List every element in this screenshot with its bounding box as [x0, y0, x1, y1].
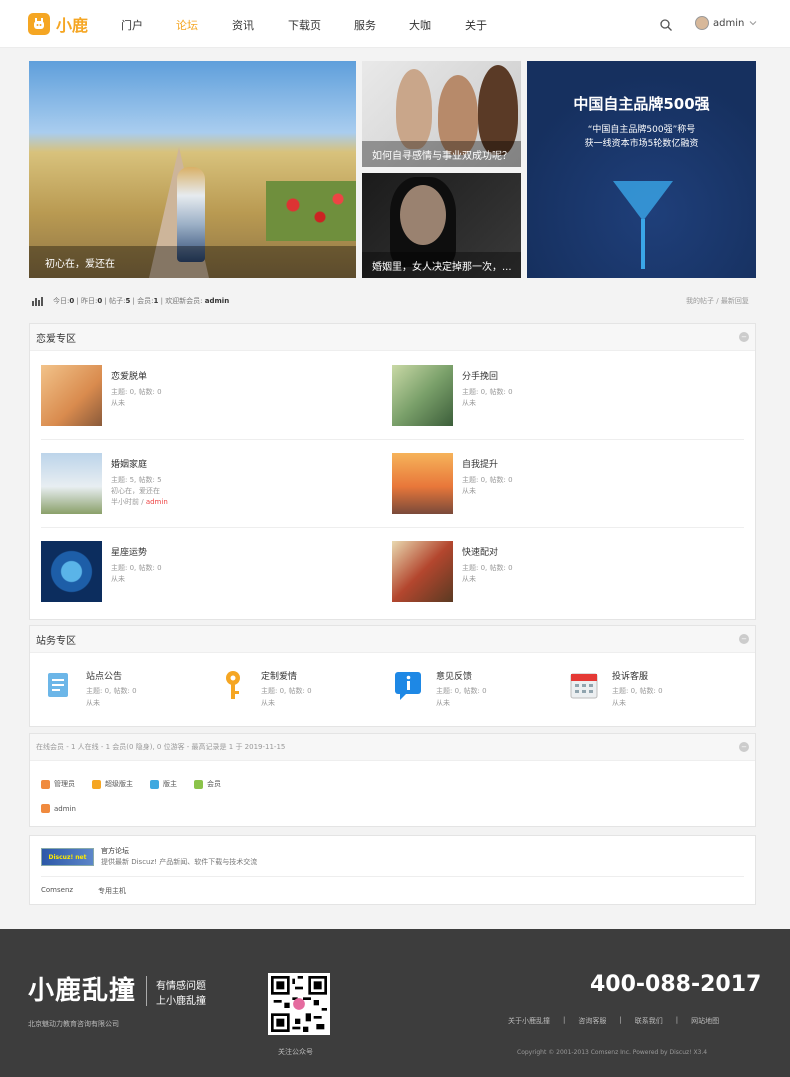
forum-thumb [41, 453, 102, 514]
user-icon [41, 804, 50, 813]
legend-super-mod: 超级版主 [92, 779, 133, 789]
forum-item[interactable]: 恋爱脱单 主题: 0, 帖数: 0 从未 [41, 365, 341, 427]
footer-link-service[interactable]: 咨询客服 [578, 1016, 606, 1026]
discuz-logo[interactable]: Discuz! net [41, 848, 94, 866]
nav-forum[interactable]: 论坛 [176, 17, 198, 33]
banner-brand[interactable]: 中国自主品牌500强 “中国自主品牌500强”称号 获一线资本市场5轮数亿融资 [527, 61, 756, 278]
deer-logo-icon [28, 13, 50, 35]
qr-label: 关注公众号 [278, 1048, 313, 1056]
qr-code-icon [271, 976, 327, 1032]
banner-marriage-caption: 婚姻里，女人决定掉那一次，... [362, 252, 521, 278]
search-icon[interactable] [659, 17, 673, 31]
nav-service[interactable]: 服务 [354, 17, 376, 33]
site-section-title: 站务专区 [36, 635, 76, 647]
banner-main-caption: 初心在，爱还在 [29, 246, 356, 278]
forum-item[interactable]: 投诉客服 主题: 0, 帖数: 0 从未 [568, 669, 738, 713]
forum-thumb [392, 541, 453, 602]
forum-thumb [392, 365, 453, 426]
forum-item[interactable]: 自我提升 主题: 0, 帖数: 0 从未 [392, 453, 692, 515]
user-icon [150, 779, 159, 789]
collapse-icon[interactable]: − [739, 634, 749, 644]
footer-links: 关于小鹿乱撞 | 咨询客服 | 联系我们 | 网站地图 [508, 1016, 720, 1026]
stats-links: 我的帖子 / 最新回复 [686, 297, 749, 305]
nav-news[interactable]: 资讯 [232, 17, 254, 33]
nav-experts[interactable]: 大咖 [409, 17, 431, 33]
legend-mod: 版主 [150, 779, 177, 789]
love-section-title: 恋爱专区 [36, 333, 76, 345]
qr-code [268, 973, 330, 1035]
banner-marriage[interactable]: 婚姻里，女人决定掉那一次，... [362, 173, 521, 278]
banner-brand-sub2: 获一线资本市场5轮数亿融资 [584, 139, 699, 149]
forum-item[interactable]: 快速配对 主题: 0, 帖数: 0 从未 [392, 541, 692, 603]
scroll-icon [48, 673, 68, 697]
user-icon [92, 779, 101, 789]
banner-business-caption: 如何自寻感情与事业双成功呢？ [362, 141, 521, 167]
banner-business[interactable]: 如何自寻感情与事业双成功呢？ [362, 61, 521, 167]
legend-member: 会员 [194, 779, 221, 789]
user-icon [41, 779, 50, 789]
forum-item[interactable]: 分手挽回 主题: 0, 帖数: 0 从未 [392, 365, 692, 427]
info-icon [395, 672, 421, 700]
link-desc: 提供最新 Discuz! 产品新闻、软件下载与技术交流 [101, 858, 258, 866]
forum-thumb [41, 365, 102, 426]
bar-chart-icon [32, 297, 43, 306]
text-link-hosting[interactable]: 专用主机 [98, 886, 126, 896]
nav-portal[interactable]: 门户 [121, 17, 143, 33]
user-menu[interactable]: admin [695, 16, 758, 30]
avatar [695, 16, 709, 30]
copyright: Copyright © 2001-2013 Comsenz Inc. Power… [517, 1049, 708, 1056]
forum-item[interactable]: 婚姻家庭 主题: 5, 帖数: 5 初心在，爱还在 半小时前 / admin [41, 453, 341, 515]
new-member-link[interactable]: admin [205, 297, 229, 305]
footer-link-sitemap[interactable]: 网站地图 [691, 1016, 719, 1026]
footer-brand: 小鹿乱撞 [28, 976, 137, 1006]
footer-slogan: 有情感问题 [156, 981, 206, 992]
footer-link-about[interactable]: 关于小鹿乱撞 [508, 1016, 550, 1026]
footer-slogan: 上小鹿乱撞 [156, 996, 206, 1007]
collapse-icon[interactable]: − [739, 742, 749, 752]
logo-text: 小鹿 [56, 16, 89, 35]
chevron-down-icon [749, 21, 757, 26]
link-name[interactable]: 官方论坛 [101, 846, 129, 856]
footer-company: 北京魅动力教育咨询有限公司 [28, 1020, 119, 1028]
user-name: admin [713, 17, 745, 29]
calendar-icon [570, 673, 598, 699]
legend-admin: 管理员 [41, 779, 75, 789]
funnel-graphic [613, 181, 673, 221]
my-posts-link[interactable]: 我的帖子 [686, 297, 714, 305]
forum-item[interactable]: 星座运势 主题: 0, 帖数: 0 从未 [41, 541, 341, 603]
forum-thumb [41, 541, 102, 602]
online-section: 在线会员 - 1 人在线 - 1 会员(0 隐身), 0 位游客 - 最高记录是… [29, 733, 756, 827]
hotline: 400-088-2017 [590, 972, 762, 997]
text-link-comsenz[interactable]: Comsenz [41, 886, 73, 894]
footer-link-contact[interactable]: 联系我们 [635, 1016, 663, 1026]
latest-replies-link[interactable]: 最新回复 [721, 297, 749, 305]
banner-brand-sub1: “中国自主品牌500强”称号 [587, 125, 696, 135]
forum-item[interactable]: 站点公告 主题: 0, 帖数: 0 从未 [42, 669, 212, 713]
online-title[interactable]: 在线会员 - 1 人在线 - 1 会员(0 隐身), 0 位游客 - 最高记录是… [36, 742, 285, 752]
banner-main[interactable]: 初心在，爱还在 [29, 61, 356, 278]
banner-brand-title: 中国自主品牌500强 [573, 95, 710, 113]
site-logo[interactable]: 小鹿 [28, 12, 88, 36]
forum-thumb [392, 453, 453, 514]
key-icon [226, 671, 240, 699]
nav-download[interactable]: 下载页 [288, 17, 321, 33]
forum-item[interactable]: 意见反馈 主题: 0, 帖数: 0 从未 [392, 669, 562, 713]
user-icon [194, 779, 203, 789]
forum-stats: 今日: 0 | 昨日: 0 | 帖子: 5 | 会员: 1 | 欢迎新会员: admin [31, 296, 229, 306]
online-user[interactable]: admin [41, 804, 76, 813]
friend-links [29, 835, 756, 905]
collapse-icon[interactable]: − [739, 332, 749, 342]
forum-item[interactable]: 定制爱情 主题: 0, 帖数: 0 从未 [217, 669, 387, 713]
nav-about[interactable]: 关于 [465, 17, 487, 33]
